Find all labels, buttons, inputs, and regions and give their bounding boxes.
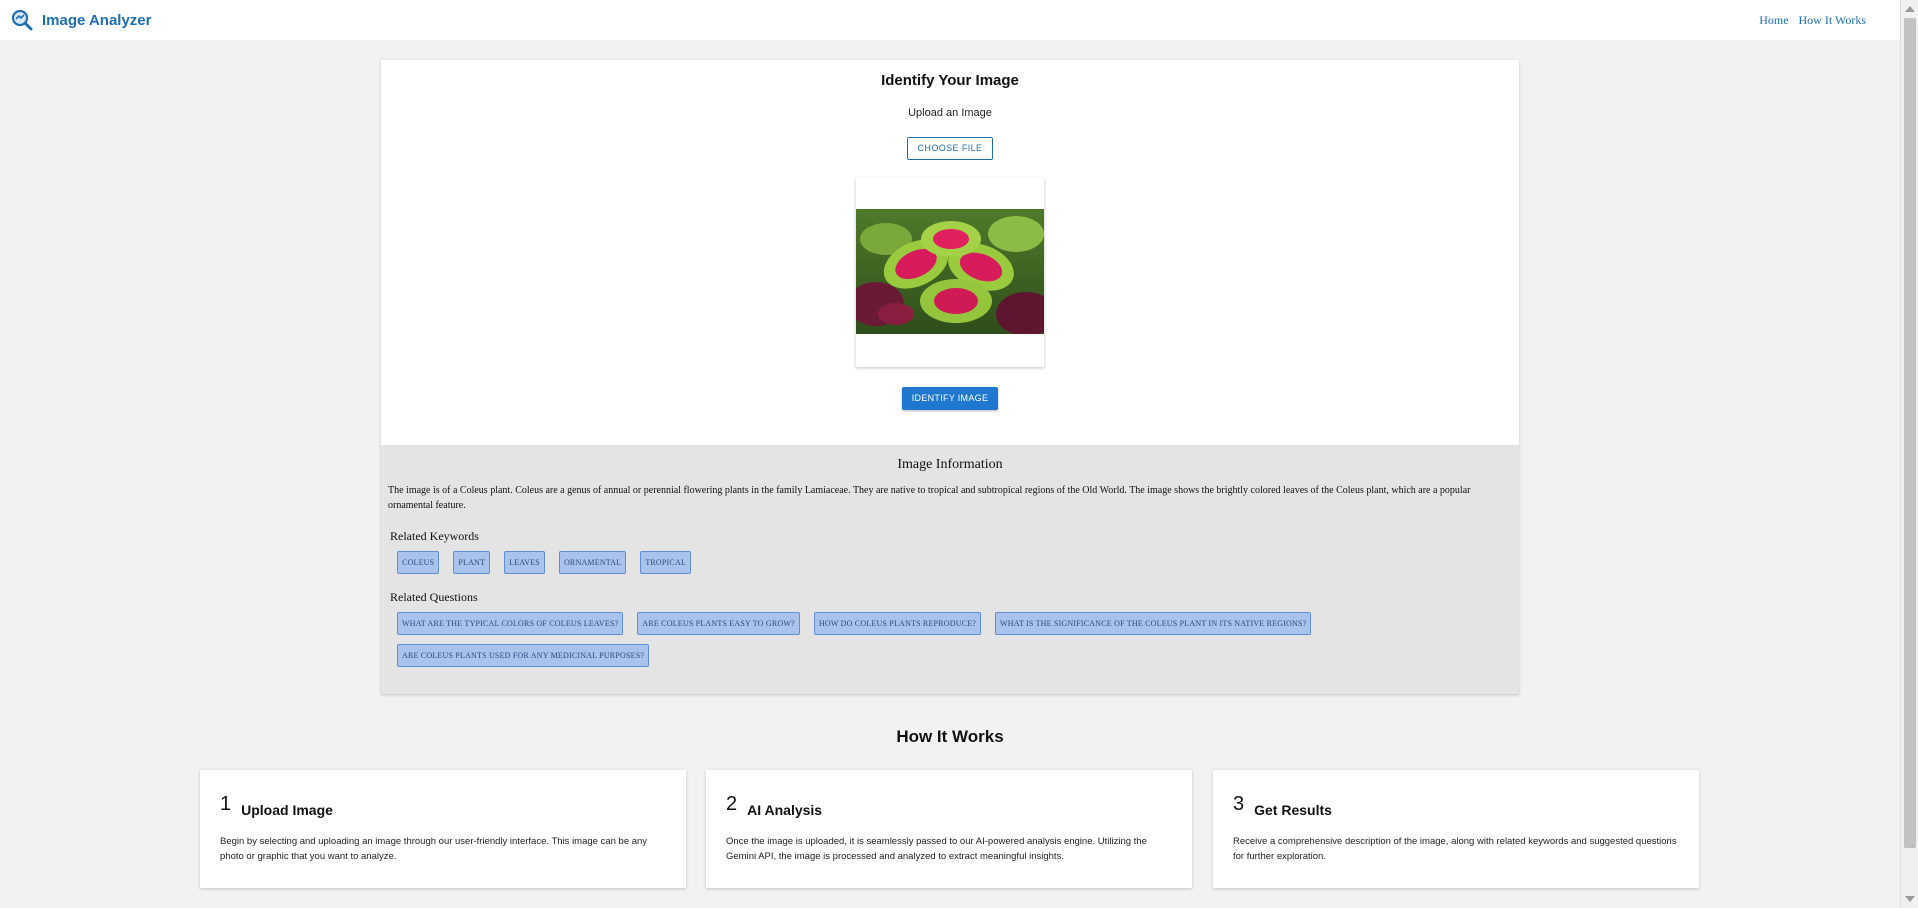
image-information-section: Image Information The image is of a Cole…: [381, 445, 1519, 694]
step-number: 2: [726, 793, 738, 815]
keyword-chip[interactable]: ORNAMENTAL: [558, 551, 627, 574]
image-preview: [856, 178, 1044, 367]
step-card-analysis: 2 AI Analysis Once the image is uploaded…: [706, 770, 1192, 888]
step-number: 3: [1233, 793, 1245, 815]
question-chip[interactable]: WHAT ARE THE TYPICAL COLORS OF COLEUS LE…: [397, 612, 624, 635]
identify-title: Identify Your Image: [881, 72, 1019, 89]
step-title: Upload Image: [241, 802, 333, 818]
choose-file-button[interactable]: CHOOSE FILE: [906, 137, 994, 160]
app-title: Image Analyzer: [42, 11, 152, 29]
info-description: The image is of a Coleus plant. Coleus a…: [388, 485, 1471, 511]
step-card-results: 3 Get Results Receive a comprehensive de…: [1213, 770, 1699, 888]
step-number: 1: [220, 793, 232, 815]
step-description: Begin by selecting and uploading an imag…: [220, 836, 648, 862]
nav-how-it-works-link[interactable]: How It Works: [1799, 13, 1866, 28]
upload-section: Identify Your Image Upload an Image CHOO…: [381, 60, 1519, 410]
question-chip[interactable]: WHAT IS THE SIGNIFICANCE OF THE COLEUS P…: [995, 612, 1312, 635]
question-chip[interactable]: HOW DO COLEUS PLANTS REPRODUCE?: [813, 612, 982, 635]
coleus-plant-image: [856, 209, 1044, 334]
step-title: AI Analysis: [747, 802, 823, 818]
keyword-chip[interactable]: TROPICAL: [640, 551, 692, 574]
question-chip[interactable]: ARE COLEUS PLANTS USED FOR ANY MEDICINAL…: [397, 644, 650, 667]
magnifier-analyzer-icon: [11, 9, 33, 31]
related-questions-heading: Related Questions: [390, 590, 478, 604]
keyword-chip[interactable]: PLANT: [453, 551, 491, 574]
scroll-up-arrow-icon[interactable]: [1905, 6, 1915, 12]
step-description: Once the image is uploaded, it is seamle…: [726, 836, 1147, 862]
info-title: Image Information: [897, 457, 1003, 472]
step-card-upload: 1 Upload Image Begin by selecting and up…: [200, 770, 686, 888]
upload-label: Upload an Image: [908, 107, 992, 119]
step-description: Receive a comprehensive description of t…: [1233, 836, 1677, 862]
nav-home-link[interactable]: Home: [1759, 13, 1788, 28]
related-keywords-heading: Related Keywords: [390, 529, 479, 543]
keyword-list: COLEUS PLANT LEAVES ORNAMENTAL TROPICAL: [381, 551, 1381, 574]
keyword-chip[interactable]: LEAVES: [504, 551, 545, 574]
top-navbar: Image Analyzer Home How It Works: [0, 0, 1900, 40]
main-nav: Home How It Works: [1759, 13, 1866, 28]
brand[interactable]: Image Analyzer: [10, 8, 152, 32]
identify-image-button[interactable]: IDENTIFY IMAGE: [901, 387, 999, 410]
keyword-chip[interactable]: COLEUS: [397, 551, 440, 574]
step-title: Get Results: [1254, 802, 1332, 818]
question-chip[interactable]: ARE COLEUS PLANTS EASY TO GROW?: [637, 612, 800, 635]
question-list: WHAT ARE THE TYPICAL COLORS OF COLEUS LE…: [381, 612, 1381, 667]
scroll-thumb[interactable]: [1904, 18, 1916, 848]
page-scrollbar[interactable]: [1900, 0, 1918, 908]
identify-card: Identify Your Image Upload an Image CHOO…: [381, 60, 1519, 694]
how-it-works-title: How It Works: [896, 727, 1004, 746]
scroll-down-arrow-icon[interactable]: [1905, 896, 1915, 902]
